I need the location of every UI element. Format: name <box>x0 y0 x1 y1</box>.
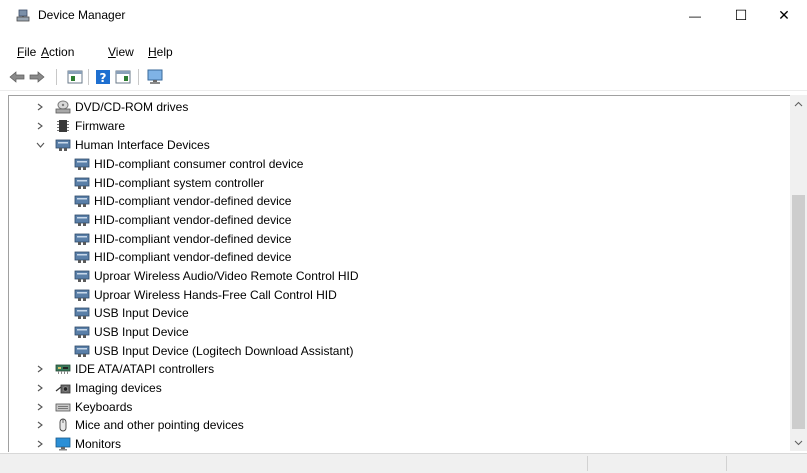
svg-text:?: ? <box>100 71 107 85</box>
chevron-right-icon[interactable] <box>34 98 46 116</box>
chevron-right-icon[interactable] <box>34 360 46 378</box>
title-bar: Device Manager — ☐ ✕ <box>0 0 807 31</box>
hid-device-icon <box>74 289 90 301</box>
chevron-right-icon[interactable] <box>34 117 46 135</box>
hid-device-icon <box>74 270 90 282</box>
chevron-down-icon[interactable] <box>34 136 46 154</box>
menu-file[interactable]: File <box>17 45 36 59</box>
vertical-scrollbar[interactable] <box>790 95 807 451</box>
imaging-device-icon <box>55 384 71 394</box>
chevron-down-icon <box>794 440 803 445</box>
tree-item-label: USB Input Device (Logitech Download Assi… <box>94 344 354 358</box>
back-button[interactable] <box>8 68 26 86</box>
tree-item-label: Uproar Wireless Hands-Free Call Control … <box>94 288 337 302</box>
menu-action[interactable]: Action <box>41 45 74 59</box>
scan-hardware-button[interactable] <box>146 68 164 86</box>
tree-item-label: HID-compliant consumer control device <box>94 157 304 171</box>
tree-item-label: Imaging devices <box>75 381 162 395</box>
tree-item-label: Monitors <box>75 437 122 451</box>
properties-button[interactable] <box>66 68 84 86</box>
tree-item-label: HID-compliant vendor-defined device <box>94 250 292 264</box>
dvd-drive-icon <box>55 100 71 114</box>
hid-device-icon <box>74 345 90 357</box>
device-manager-icon <box>16 9 30 22</box>
tree-item-label: Human Interface Devices <box>75 138 210 152</box>
properties-icon <box>67 70 83 84</box>
toolbar-separator <box>56 69 57 85</box>
minimize-icon: — <box>689 8 701 23</box>
toolbar-separator <box>88 69 89 85</box>
keyboard-icon <box>55 403 71 412</box>
close-button[interactable]: ✕ <box>761 0 807 31</box>
mouse-icon <box>59 418 67 432</box>
tree-item-label: Mice and other pointing devices <box>75 418 244 432</box>
chevron-right-icon[interactable] <box>34 435 46 452</box>
tree-item-label: HID-compliant vendor-defined device <box>94 232 292 246</box>
chevron-right-icon[interactable] <box>34 398 46 416</box>
tree-item-label: IDE ATA/ATAPI controllers <box>75 362 215 376</box>
help-button[interactable]: ? <box>94 68 112 86</box>
tree-item-label: Firmware <box>75 119 125 133</box>
menu-view[interactable]: View <box>108 45 134 59</box>
hid-device-icon <box>74 251 90 263</box>
hid-device-icon <box>74 326 90 338</box>
ide-controller-icon <box>55 364 71 374</box>
minimize-button[interactable]: — <box>672 0 718 31</box>
help-icon: ? <box>96 70 110 85</box>
window-title: Device Manager <box>38 8 126 22</box>
scroll-up-button[interactable] <box>790 95 807 112</box>
toolbar: ? <box>0 64 807 91</box>
hid-device-icon <box>74 158 90 170</box>
menu-help[interactable]: Help <box>148 45 173 59</box>
scroll-down-button[interactable] <box>790 434 807 451</box>
chevron-right-icon[interactable] <box>34 379 46 397</box>
tree-item-label: Keyboards <box>75 400 133 414</box>
tree-item-label: Uproar Wireless Audio/Video Remote Contr… <box>94 269 359 283</box>
toolbar-separator <box>138 69 139 85</box>
maximize-icon: ☐ <box>734 7 748 23</box>
hid-device-icon <box>74 233 90 245</box>
hid-device-icon <box>74 307 90 319</box>
tree-item-label: USB Input Device <box>94 306 189 320</box>
forward-arrow-icon <box>29 71 45 83</box>
close-icon: ✕ <box>778 7 790 23</box>
view-icon <box>115 70 131 84</box>
menu-bar: File Action View Help <box>0 42 807 62</box>
maximize-button[interactable]: ☐ <box>718 0 764 31</box>
device-tree[interactable]: DVD/CD-ROM drives Firmware Human Interfa… <box>8 95 790 452</box>
tree-item-label: HID-compliant vendor-defined device <box>94 213 292 227</box>
status-divider <box>587 456 588 471</box>
hid-device-icon <box>74 177 90 189</box>
view-button[interactable] <box>114 68 132 86</box>
hid-icon <box>55 139 71 151</box>
monitor-icon <box>55 437 71 451</box>
tree-item-label: HID-compliant system controller <box>94 176 265 190</box>
hid-device-icon <box>74 195 90 207</box>
scrollbar-thumb[interactable] <box>792 195 805 429</box>
hid-device-icon <box>74 214 90 226</box>
chevron-right-icon[interactable] <box>34 416 46 434</box>
status-bar <box>0 453 807 473</box>
status-divider <box>726 456 727 471</box>
tree-item-label: USB Input Device <box>94 325 189 339</box>
back-arrow-icon <box>9 71 25 83</box>
scan-hardware-icon <box>147 69 163 84</box>
chevron-up-icon <box>794 101 803 106</box>
tree-item-label: DVD/CD-ROM drives <box>75 100 189 114</box>
forward-button[interactable] <box>28 68 46 86</box>
firmware-chip-icon <box>57 120 69 132</box>
tree-item-label: HID-compliant vendor-defined device <box>94 194 292 208</box>
